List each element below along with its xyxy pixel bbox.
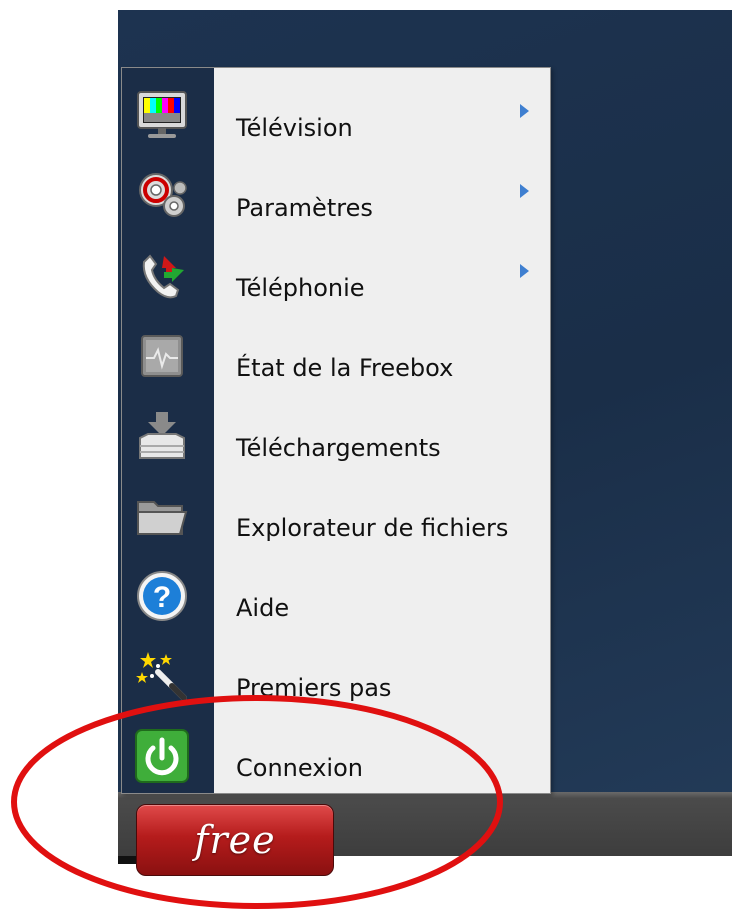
- menu-item-aide[interactable]: ? Aide: [122, 558, 550, 638]
- menu-item-label: État de la Freebox: [236, 354, 454, 382]
- menu-item-label: Télévision: [236, 114, 353, 142]
- svg-text:?: ?: [153, 581, 171, 614]
- download-tray-icon: [132, 408, 192, 464]
- magic-wand-icon: [132, 648, 192, 704]
- menu-item-label: Paramètres: [236, 194, 373, 222]
- menu-item-telephonie[interactable]: Téléphonie: [122, 238, 550, 318]
- folder-icon: [132, 488, 192, 544]
- menu-item-label: Explorateur de fichiers: [236, 514, 509, 542]
- submenu-arrow-icon: [520, 184, 529, 198]
- menu-item-explorateur[interactable]: Explorateur de fichiers: [122, 478, 550, 558]
- submenu-arrow-icon: [520, 104, 529, 118]
- tv-icon: [132, 88, 192, 144]
- gears-icon: [132, 168, 192, 224]
- start-menu: Télévision Paramètres Téléphonie État de…: [121, 67, 551, 794]
- menu-item-parametres[interactable]: Paramètres: [122, 158, 550, 238]
- submenu-arrow-icon: [520, 264, 529, 278]
- menu-item-television[interactable]: Télévision: [122, 78, 550, 158]
- free-logo: free: [194, 818, 276, 862]
- power-icon: [132, 728, 192, 784]
- help-icon: ?: [132, 568, 192, 624]
- menu-item-label: Aide: [236, 594, 290, 622]
- menu-item-connexion[interactable]: Connexion: [122, 718, 550, 798]
- menu-item-telechargements[interactable]: Téléchargements: [122, 398, 550, 478]
- menu-item-label: Téléchargements: [236, 434, 441, 462]
- menu-item-etat-freebox[interactable]: État de la Freebox: [122, 318, 550, 398]
- menu-item-label: Premiers pas: [236, 674, 392, 702]
- phone-icon: [132, 248, 192, 304]
- menu-item-label: Téléphonie: [236, 274, 365, 302]
- start-button[interactable]: free: [136, 804, 334, 876]
- monitor-pulse-icon: [132, 328, 192, 384]
- menu-item-label: Connexion: [236, 754, 363, 782]
- menu-item-premiers-pas[interactable]: Premiers pas: [122, 638, 550, 718]
